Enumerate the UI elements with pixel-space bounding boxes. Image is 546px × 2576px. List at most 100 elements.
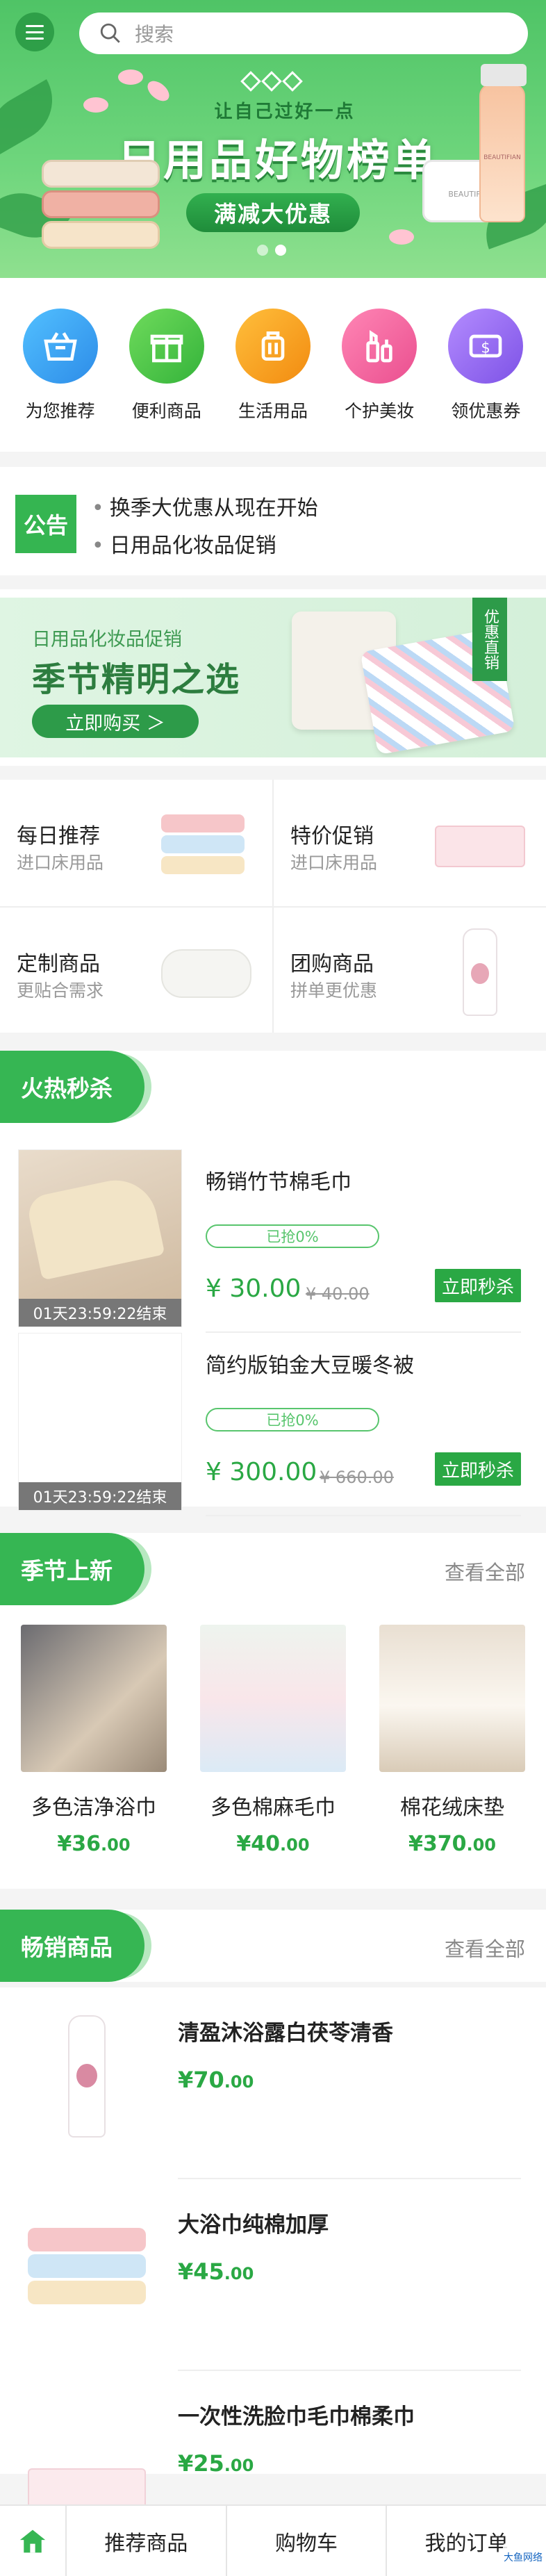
hero-banner[interactable]: 让自己过好一点 日用品好物榜单 满减大优惠 BEAUTIFIAN BEAUTIF… [0,56,546,264]
feature-grid: 每日推荐 进口床用品 特价促销 进口床用品 定制商品 更贴合需求 团购商品 拼单… [0,780,546,1033]
petal-decoration [83,97,108,113]
banner-title: 日用品好物榜单 [117,135,438,186]
promo-banner[interactable]: 日用品化妆品促销 季节精明之选 立即购买 ＞ 优惠直销 [0,598,546,757]
mattress-image [379,1625,525,1772]
grid-group-buy[interactable]: 团购商品 拼单更优惠 [274,908,546,1033]
petal-decoration [389,229,414,245]
product-name: 清盈沐浴露白茯苓清香 [178,2021,393,2046]
category-convenience[interactable]: 便利商品 [118,309,215,452]
sale-price: ¥ 300.00 [206,1458,317,1486]
search-icon [100,23,120,43]
product-name: 简约版铂金大豆暖冬被 [206,1354,414,1378]
basket-icon [22,309,98,384]
item-divider [206,1515,521,1516]
flash-sale-item[interactable]: 01天23:59:22结束 畅销竹节棉毛巾 已抢0% ¥ 30.00 ¥ 40.… [0,1149,546,1333]
watermark-logo: 大鱼网络 [503,2543,543,2571]
stacked-towels-image [161,801,245,884]
bath-towel-stack-image [28,2207,146,2332]
sale-price: ¥ 30.00 [206,1274,301,1303]
category-daily-goods[interactable]: 生活用品 [224,309,322,452]
grid-subtitle: 进口床用品 [17,853,104,873]
best-sellers-header: 畅销商品 查看全部 [0,1910,546,1982]
countdown-timer: 01天23:59:22结束 [19,1299,181,1327]
coupon-icon: $ [448,309,524,384]
carousel-dots[interactable] [257,245,286,256]
cosmetics-icon [342,309,417,384]
grid-special-offer[interactable]: 特价促销 进口床用品 [274,780,546,905]
banner-subtitle: 让自己过好一点 [214,101,356,122]
product-card[interactable]: 棉花绒床垫 ¥370.00 [379,1625,525,1856]
view-all-link[interactable]: 查看全部 [445,1933,525,1962]
announcement-tag: 公告 [15,495,76,553]
menu-button[interactable] [15,13,54,51]
product-name: 畅销竹节棉毛巾 [206,1170,351,1195]
original-price: ¥ 40.00 [306,1284,370,1304]
carousel-dot[interactable] [257,245,268,256]
flash-sale-item[interactable]: 01天23:59:22结束 简约版铂金大豆暖冬被 已抢0% ¥ 300.00 ¥… [0,1333,546,1516]
category-recommend[interactable]: 为您推荐 [12,309,109,452]
section-heading: 季节上新 [0,1533,144,1605]
product-name: 多色洁净浴巾 [31,1796,156,1820]
banner-promo-pill[interactable]: 满减大优惠 [186,193,360,232]
tab-cart[interactable]: 购物车 [225,2506,386,2576]
body-wash-image [28,2015,146,2140]
grid-title: 每日推荐 [17,824,100,848]
linen-towels-image [200,1625,346,1772]
rolled-towel-image [161,928,251,1012]
announcement-line[interactable]: 日用品化妆品促销 [92,528,276,559]
quilt-image: 01天23:59:22结束 [18,1333,182,1511]
promo-title: 季节精明之选 [32,660,241,699]
product-name: 一次性洗脸巾毛巾棉柔巾 [178,2404,415,2429]
diamonds-logo [240,71,303,92]
sold-progress: 已抢0% [206,1408,379,1431]
petal-decoration [118,69,143,85]
carousel-dot-active[interactable] [275,245,286,256]
tab-home[interactable] [0,2506,65,2576]
product-price: ¥70.00 [178,2067,254,2093]
bath-towels-image [21,1625,167,1772]
flash-sale-header: 火热秒杀 [0,1051,546,1123]
announcement-line[interactable]: 换季大优惠从现在开始 [92,491,318,521]
grid-custom-products[interactable]: 定制商品 更贴合需求 [0,908,272,1033]
new-arrivals-header: 季节上新 查看全部 [0,1533,546,1605]
bottom-tab-bar: 推荐商品 购物车 我的订单 [0,2504,546,2576]
product-price: ¥36.00 [57,1832,131,1856]
product-row[interactable]: 大浴巾纯棉加厚 ¥45.00 [0,2179,546,2371]
menu-icon-line [26,37,44,40]
grid-daily-recommend[interactable]: 每日推荐 进口床用品 [0,780,272,905]
product-card[interactable]: 多色棉麻毛巾 ¥40.00 [200,1625,346,1856]
petal-decoration [144,77,173,105]
product-name: 棉花绒床垫 [400,1796,504,1820]
announcement-bar[interactable]: 公告 换季大优惠从现在开始 日用品化妆品促销 [0,467,546,575]
view-all-link[interactable]: 查看全部 [445,1557,525,1586]
flash-buy-button[interactable]: 立即秒杀 [435,1452,521,1486]
product-price: ¥25.00 [178,2450,254,2477]
search-placeholder: 搜索 [135,23,174,46]
svg-text:$: $ [481,339,490,356]
promo-section: 日用品化妆品促销 季节精明之选 立即购买 ＞ 优惠直销 [0,589,546,766]
category-beauty[interactable]: 个护美妆 [331,309,428,452]
grid-divider [0,906,546,908]
home-icon [19,2529,46,2552]
product-card[interactable]: 多色洁净浴巾 ¥36.00 [21,1625,167,1856]
buy-now-button[interactable]: 立即购买 ＞ [32,705,199,738]
countdown-timer: 01天23:59:22结束 [19,1482,181,1510]
flash-buy-button[interactable]: 立即秒杀 [435,1269,521,1302]
product-name: 多色棉麻毛巾 [210,1796,336,1820]
gift-icon [129,309,204,384]
category-coupons[interactable]: $ 领优惠券 [437,309,534,452]
section-heading: 畅销商品 [0,1910,144,1982]
category-label: 为您推荐 [25,401,95,421]
product-name: 大浴巾纯棉加厚 [178,2213,329,2238]
grid-title: 团购商品 [290,952,374,976]
original-price: ¥ 660.00 [320,1468,394,1487]
search-input[interactable]: 搜索 [79,13,528,54]
grid-subtitle: 进口床用品 [290,853,378,873]
category-row: 为您推荐 便利商品 生活用品 个护美妆 $ 领优惠券 [0,278,546,452]
tab-recommended[interactable]: 推荐商品 [65,2506,226,2576]
grid-title: 定制商品 [17,952,100,976]
product-price: ¥370.00 [408,1832,496,1856]
menu-icon-line [26,31,44,33]
leaf-decoration [0,79,67,157]
product-row[interactable]: 清盈沐浴露白茯苓清香 ¥70.00 [0,1987,546,2179]
